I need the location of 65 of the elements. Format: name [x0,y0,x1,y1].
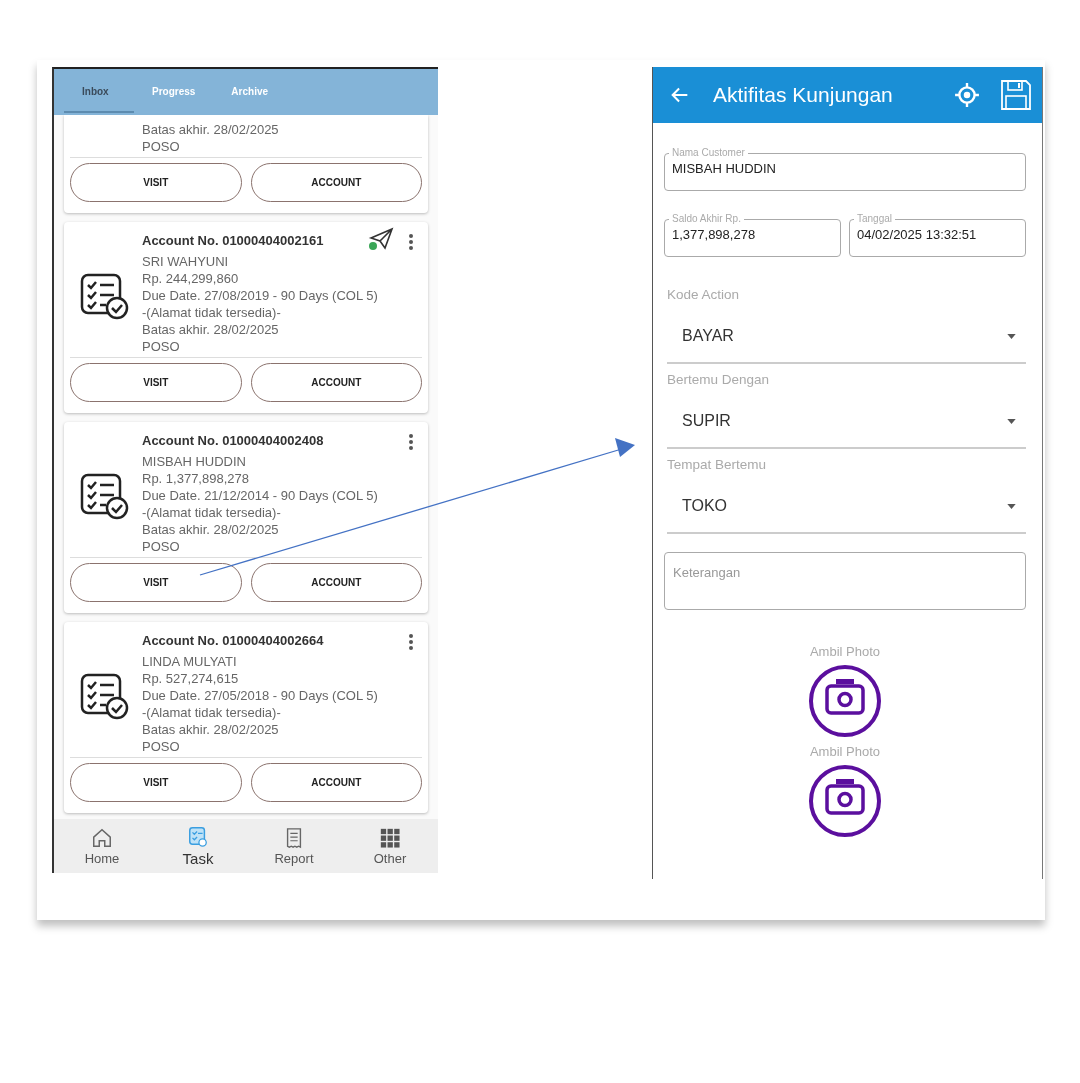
dropdown[interactable]: BAYAR [667,310,1026,364]
notes-field[interactable]: Keterangan [664,552,1026,610]
checklist-icon [80,273,130,321]
tab[interactable]: Inbox [64,71,134,113]
home-icon [91,826,113,849]
grid-icon [379,826,401,849]
save-icon[interactable] [1000,79,1032,111]
text-field[interactable]: Nama Customer MISBAH HUDDIN [664,147,1026,191]
card-text: SRI WAHYUNI [142,253,230,270]
dropdown[interactable]: TOKO [667,480,1026,534]
nav-item[interactable]: Task [158,819,238,873]
card-text: Rp. 1,377,898,278 [142,470,250,487]
card-button[interactable]: VISIT [70,363,242,402]
location-target-icon[interactable] [954,82,980,108]
card-button[interactable]: VISIT [70,563,242,602]
field-label: Tempat Bertemu [667,457,768,472]
caret-icon [1007,503,1016,509]
photo-label: Ambil Photo [809,644,881,659]
card-text: POSO [142,138,181,155]
card-text: Batas akhir. 28/02/2025 [142,721,280,738]
nav-item[interactable]: Home [62,819,142,873]
card-button[interactable]: ACCOUNT [250,563,422,602]
card-text: -(Alamat tidak tersedia)- [142,504,282,521]
checklist-icon [80,473,130,521]
card-text: -(Alamat tidak tersedia)- [142,304,282,321]
card-text: Batas akhir. 28/02/2025 [142,521,280,538]
camera-icon[interactable] [808,664,882,738]
dropdown[interactable]: SUPIR [667,395,1026,449]
camera-icon[interactable] [808,764,882,838]
card-text: MISBAH HUDDIN [142,453,247,470]
text-field[interactable]: Saldo Akhir Rp. 1,377,898,278 [664,213,841,257]
card-text: LINDA MULYATI [142,653,238,670]
card-text: Rp. 244,299,860 [142,270,240,287]
more-icon[interactable] [408,433,414,451]
account-number: Account No. 01000404002161 [142,233,324,248]
card-text: Batas akhir. 28/02/2025 [142,321,280,338]
nav-item[interactable]: Other [350,819,430,873]
photo-label: Ambil Photo [809,744,881,759]
card-text: POSO [142,738,181,755]
card-text: Rp. 527,274,615 [142,670,240,687]
text-field[interactable]: Tanggal 04/02/2025 13:32:51 [849,213,1026,257]
card-text: Due Date. 21/12/2014 - 90 Days (COL 5) [142,487,379,504]
card-text: POSO [142,538,181,555]
card-text: Due Date. 27/08/2019 - 90 Days (COL 5) [142,287,379,304]
nav-item[interactable]: Report [254,819,334,873]
checklist-icon [187,825,209,848]
card-text: Due Date. 27/05/2018 - 90 Days (COL 5) [142,687,379,704]
more-icon[interactable] [408,633,414,651]
card-button[interactable]: VISIT [70,163,242,202]
checklist-icon [80,673,130,721]
card-button[interactable]: ACCOUNT [250,763,422,802]
caret-icon [1007,333,1016,339]
card-text: Batas akhir. 28/02/2025 [142,121,280,138]
screen-title: Aktifitas Kunjungan [713,83,894,107]
caret-icon [1007,418,1016,424]
account-number: Account No. 01000404002408 [142,433,324,448]
card-button[interactable]: ACCOUNT [250,163,422,202]
card-text: POSO [142,338,181,355]
card-button[interactable]: ACCOUNT [250,363,422,402]
more-icon[interactable] [408,233,414,251]
account-number: Account No. 01000404002664 [142,633,324,648]
field-label: Bertemu Dengan [667,372,771,387]
card-button[interactable]: VISIT [70,763,242,802]
card-text: -(Alamat tidak tersedia)- [142,704,282,721]
field-label: Kode Action [667,287,741,302]
